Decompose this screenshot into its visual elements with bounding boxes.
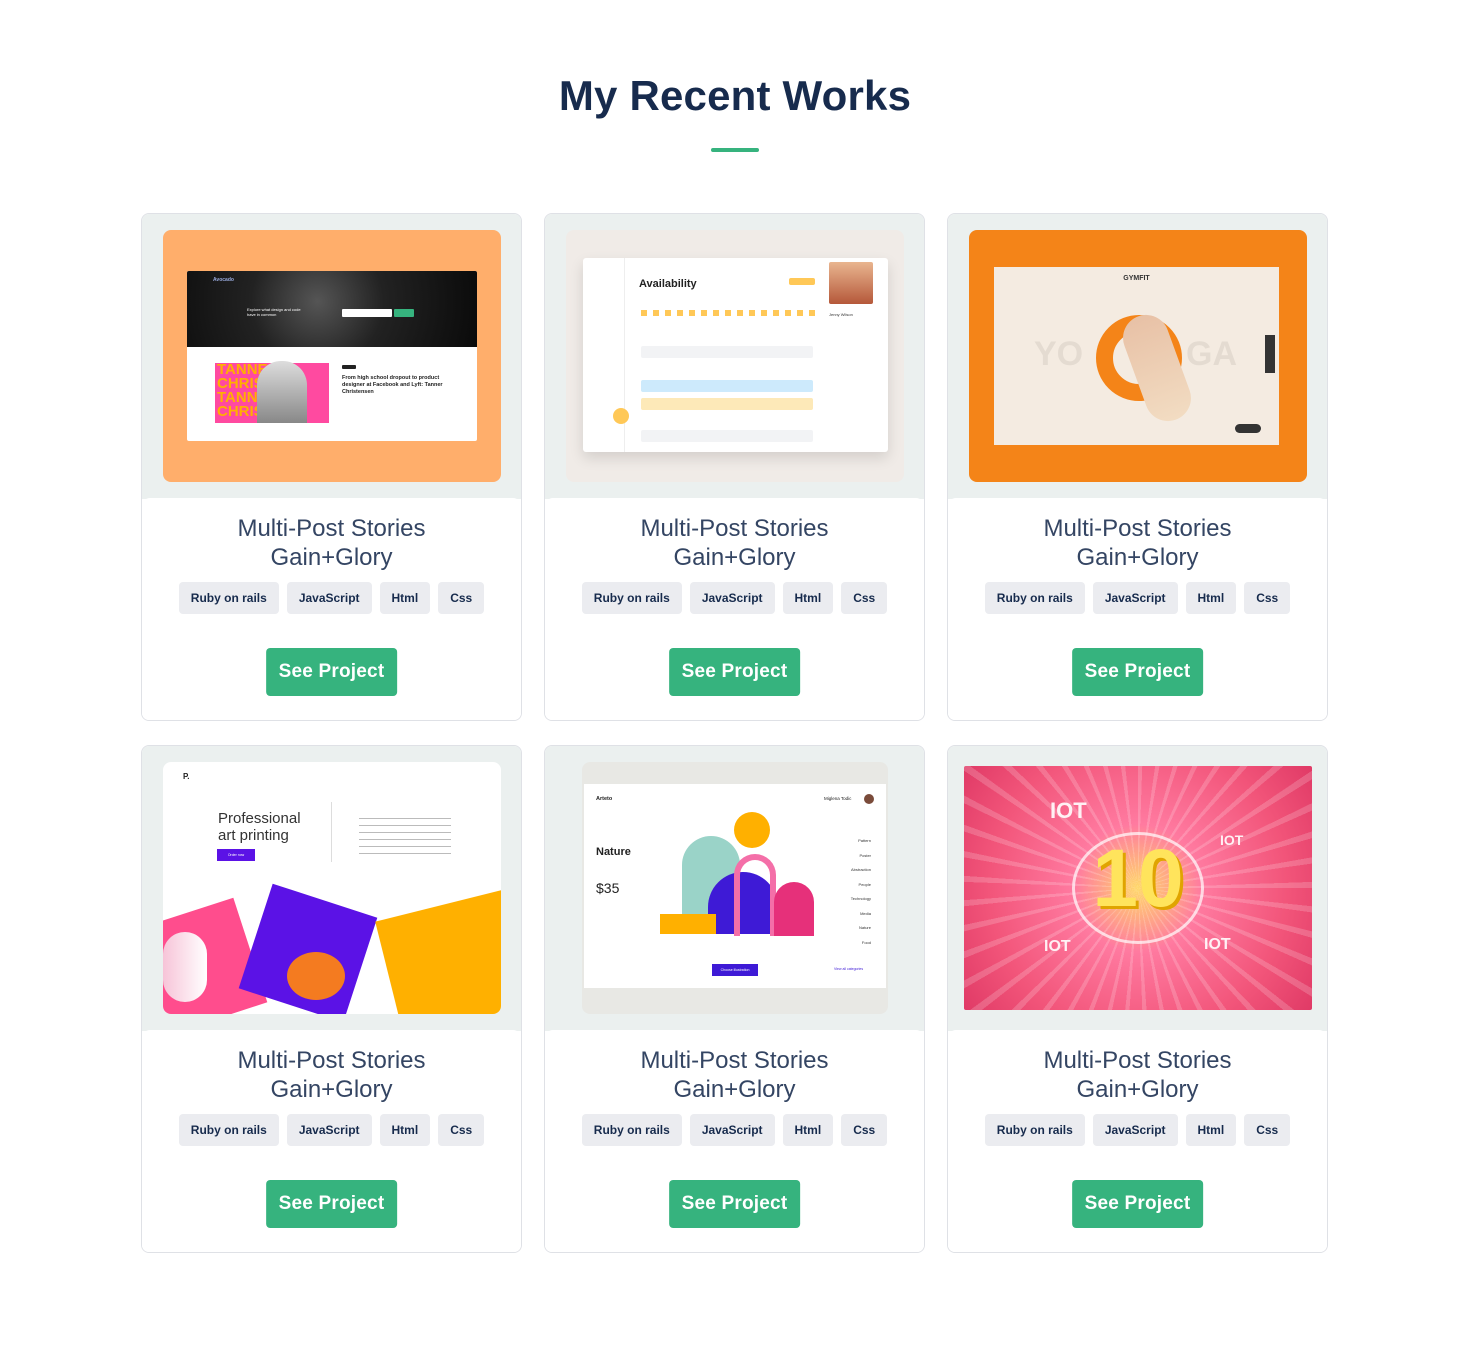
tag-list: Ruby on rails JavaScript Html Css bbox=[545, 1114, 924, 1146]
tag: JavaScript bbox=[286, 582, 372, 614]
category-item: People bbox=[858, 881, 871, 887]
preview-art-printing: P. Professional art printing Order now bbox=[163, 762, 501, 1014]
iot-label: IOT bbox=[1050, 798, 1087, 823]
iot-label: IOT bbox=[1204, 936, 1231, 953]
iot-label: IOT bbox=[1220, 832, 1244, 848]
see-project-button[interactable]: See Project bbox=[265, 648, 398, 696]
tag: JavaScript bbox=[689, 1114, 775, 1146]
see-project-button[interactable]: See Project bbox=[668, 648, 801, 696]
tag-list: Ruby on rails JavaScript Html Css bbox=[948, 1114, 1327, 1146]
tag: Ruby on rails bbox=[178, 582, 279, 614]
project-card: 10 IOT IOT IOT IOT Multi-Post Stories Ga… bbox=[947, 745, 1328, 1253]
tag: Css bbox=[841, 1114, 888, 1146]
preview-heading: Availability bbox=[639, 278, 697, 290]
tag: Css bbox=[841, 582, 888, 614]
preview-user: Miglena Todic bbox=[824, 796, 852, 801]
project-title: Multi-Post Stories Gain+Glory bbox=[237, 1047, 426, 1103]
project-title: Multi-Post Stories Gain+Glory bbox=[640, 515, 829, 571]
tag: JavaScript bbox=[1092, 582, 1178, 614]
category-item: Poster bbox=[859, 852, 871, 858]
category-item: Technology bbox=[850, 896, 871, 901]
project-thumbnail[interactable]: GYMFIT YO GA bbox=[948, 214, 1327, 499]
project-thumbnail[interactable]: 10 IOT IOT IOT IOT bbox=[948, 746, 1327, 1031]
profile-photo bbox=[829, 262, 873, 304]
tag: Html bbox=[1185, 582, 1237, 614]
preview-gymfit: GYMFIT YO GA bbox=[969, 230, 1307, 482]
project-title: Multi-Post Stories Gain+Glory bbox=[237, 515, 426, 571]
tag: Html bbox=[379, 582, 431, 614]
tag-list: Ruby on rails JavaScript Html Css bbox=[142, 1114, 521, 1146]
preview-avocado: Avocado Explore what design and code hav… bbox=[163, 230, 501, 482]
tag: Html bbox=[379, 1114, 431, 1146]
preview-availability: Availability Jenny Wilson bbox=[566, 230, 904, 482]
project-thumbnail[interactable]: P. Professional art printing Order now bbox=[142, 746, 521, 1031]
projects-grid: Avocado Explore what design and code hav… bbox=[141, 213, 1329, 1253]
preview-iot: 10 IOT IOT IOT IOT bbox=[964, 766, 1312, 1010]
preview-heading-1: Professional bbox=[218, 810, 301, 827]
see-project-button[interactable]: See Project bbox=[1071, 648, 1204, 696]
preview-big-left: YO bbox=[1034, 335, 1084, 373]
tag: Css bbox=[438, 582, 485, 614]
title-underline bbox=[711, 148, 759, 152]
project-card: GYMFIT YO GA Multi-Post Stories Gain+Glo… bbox=[947, 213, 1328, 721]
tag: Css bbox=[1244, 1114, 1291, 1146]
badge-main: 10 bbox=[1092, 833, 1184, 924]
project-title: Multi-Post Stories Gain+Glory bbox=[640, 1047, 829, 1103]
project-thumbnail[interactable]: Arteto Miglena Todic Nature $35 Pattern … bbox=[545, 746, 924, 1031]
tag: Ruby on rails bbox=[581, 582, 682, 614]
see-project-button[interactable]: See Project bbox=[265, 1180, 398, 1228]
preview-brand: Avocado bbox=[213, 277, 234, 283]
tag: Ruby on rails bbox=[178, 1114, 279, 1146]
tag: Html bbox=[782, 582, 834, 614]
see-project-button[interactable]: See Project bbox=[668, 1180, 801, 1228]
project-title: Multi-Post Stories Gain+Glory bbox=[1043, 1047, 1232, 1103]
category-item: Nature bbox=[858, 925, 871, 930]
category-item: Pattern bbox=[858, 838, 871, 843]
preview-headline: Explore what design and code have in com… bbox=[247, 307, 301, 317]
preview-big-right: GA bbox=[1186, 335, 1237, 373]
tag: Html bbox=[1185, 1114, 1237, 1146]
preview-heading-2: art printing bbox=[218, 827, 289, 844]
tag-list: Ruby on rails JavaScript Html Css bbox=[142, 582, 521, 614]
category-item: Food bbox=[861, 939, 871, 945]
tag: JavaScript bbox=[1092, 1114, 1178, 1146]
project-title: Multi-Post Stories Gain+Glory bbox=[1043, 515, 1232, 571]
see-project-button[interactable]: See Project bbox=[1071, 1180, 1204, 1228]
tag: Css bbox=[1244, 582, 1291, 614]
preview-brand: GYMFIT bbox=[1123, 275, 1150, 282]
iot-label: IOT bbox=[1044, 938, 1071, 955]
project-card: Avocado Explore what design and code hav… bbox=[141, 213, 522, 721]
project-thumbnail[interactable]: Availability Jenny Wilson bbox=[545, 214, 924, 499]
category-item: Abstraction bbox=[850, 867, 871, 872]
project-card: P. Professional art printing Order now M… bbox=[141, 745, 522, 1253]
preview-logo: P. bbox=[183, 772, 190, 781]
preview-cta: Choose illustration bbox=[712, 964, 758, 976]
project-card: Availability Jenny Wilson Multi-Post Sto… bbox=[544, 213, 925, 721]
tag: Ruby on rails bbox=[984, 582, 1085, 614]
portrait-image bbox=[257, 361, 307, 423]
category-item: Media bbox=[860, 910, 871, 916]
tag: Html bbox=[782, 1114, 834, 1146]
section-title: My Recent Works bbox=[558, 72, 912, 119]
tag: JavaScript bbox=[286, 1114, 372, 1146]
preview-price: $35 bbox=[596, 880, 620, 896]
preview-product: Nature bbox=[596, 846, 631, 858]
preview-article: From high school dropout to product desi… bbox=[342, 375, 443, 395]
preview-brand: Arteto bbox=[596, 796, 613, 802]
tag-list: Ruby on rails JavaScript Html Css bbox=[545, 582, 924, 614]
tag-list: Ruby on rails JavaScript Html Css bbox=[948, 582, 1327, 614]
project-thumbnail[interactable]: Avocado Explore what design and code hav… bbox=[142, 214, 521, 499]
preview-arteto: Arteto Miglena Todic Nature $35 Pattern … bbox=[582, 762, 888, 1014]
tag: JavaScript bbox=[689, 582, 775, 614]
tag: Ruby on rails bbox=[984, 1114, 1085, 1146]
tag: Ruby on rails bbox=[581, 1114, 682, 1146]
project-card: Arteto Miglena Todic Nature $35 Pattern … bbox=[544, 745, 925, 1253]
preview-link: View all categories bbox=[834, 967, 864, 971]
preview-profile: Jenny Wilson bbox=[829, 312, 853, 317]
tag: Css bbox=[438, 1114, 485, 1146]
preview-cta: Order now bbox=[217, 849, 255, 861]
